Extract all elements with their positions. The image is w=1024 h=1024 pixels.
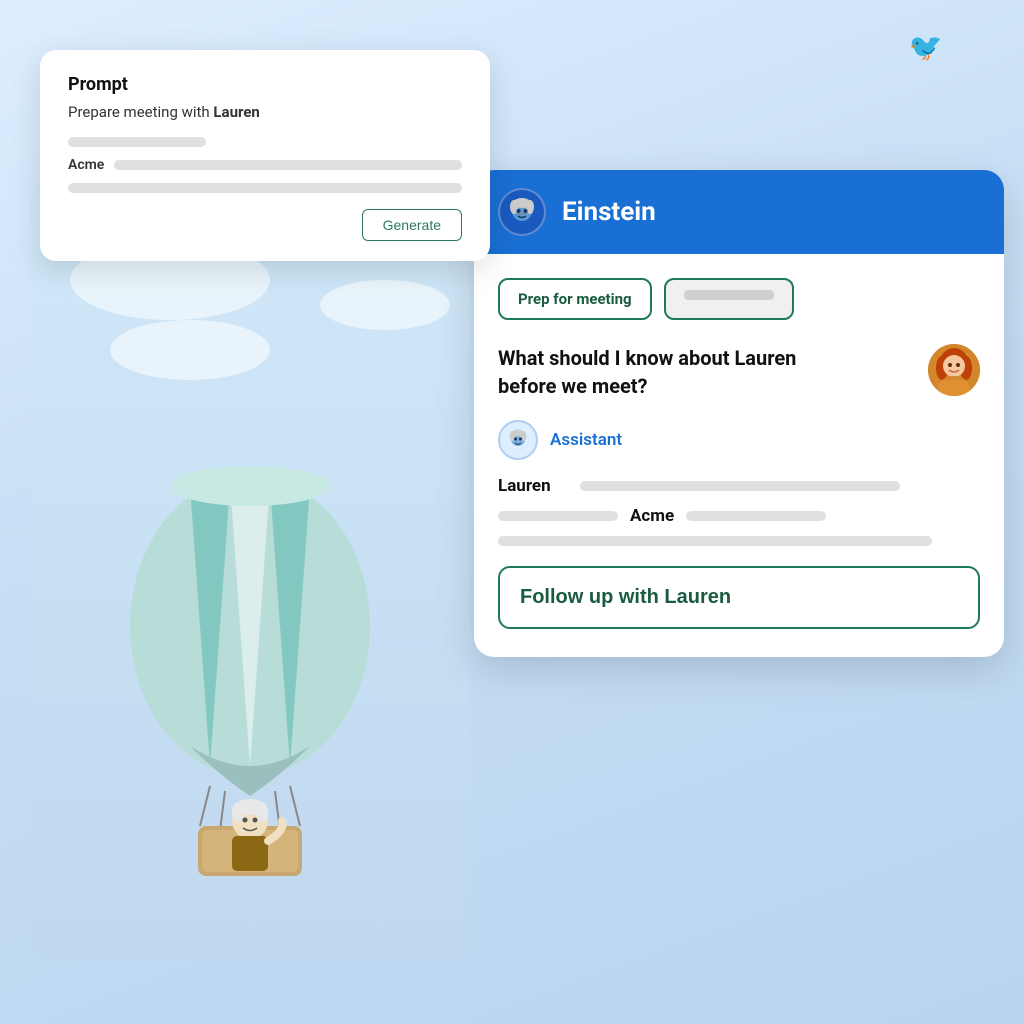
question-text: What should I know about Lauren before w…	[498, 344, 838, 400]
prompt-bar-2	[114, 160, 462, 170]
prompt-lauren-name: Lauren	[213, 103, 259, 121]
hot-air-balloon	[110, 456, 390, 880]
prompt-bar-1	[68, 137, 206, 147]
einstein-body: Prep for meeting What should I know abou…	[474, 254, 1004, 657]
prompt-subtitle: Prepare meeting with Lauren	[68, 103, 462, 121]
prompt-bar-row: Acme	[68, 157, 462, 173]
chip-prep-for-meeting[interactable]: Prep for meeting	[498, 278, 652, 320]
cloud-3	[110, 320, 270, 380]
chip-empty[interactable]	[664, 278, 794, 320]
assistant-label: Assistant	[550, 430, 622, 450]
einstein-header: Einstein	[474, 170, 1004, 254]
acme-label: Acme	[630, 506, 674, 526]
prompt-generate-row: Generate	[68, 209, 462, 241]
followup-button[interactable]: Follow up with Lauren	[498, 566, 980, 629]
extra-info-bar	[498, 536, 932, 546]
lauren-info-bar	[580, 481, 900, 491]
chips-row: Prep for meeting	[498, 278, 980, 320]
question-row: What should I know about Lauren before w…	[498, 344, 980, 400]
acme-bar-left	[498, 511, 618, 521]
assistant-avatar-icon	[498, 420, 538, 460]
prompt-subtitle-text: Prepare meeting with	[68, 103, 213, 121]
generate-button[interactable]: Generate	[362, 209, 462, 241]
acme-bar-right	[686, 511, 826, 521]
prompt-card: Prompt Prepare meeting with Lauren Acme …	[40, 50, 490, 261]
assistant-row: Assistant	[498, 420, 980, 460]
extra-info-row	[498, 536, 980, 546]
einstein-avatar-icon	[498, 188, 546, 236]
chip-placeholder	[684, 290, 774, 300]
lauren-info-row: Lauren	[498, 476, 980, 496]
prompt-title: Prompt	[68, 74, 462, 95]
einstein-name: Einstein	[562, 197, 656, 227]
user-avatar-icon	[928, 344, 980, 396]
einstein-card: Einstein Prep for meeting What should I …	[474, 170, 1004, 657]
lauren-name-label: Lauren	[498, 476, 568, 496]
acme-info-row: Acme	[498, 506, 980, 526]
cloud-2	[320, 280, 450, 330]
balloon-panel	[30, 180, 470, 960]
prompt-bar-3	[68, 183, 462, 193]
prompt-company-label: Acme	[68, 157, 104, 173]
